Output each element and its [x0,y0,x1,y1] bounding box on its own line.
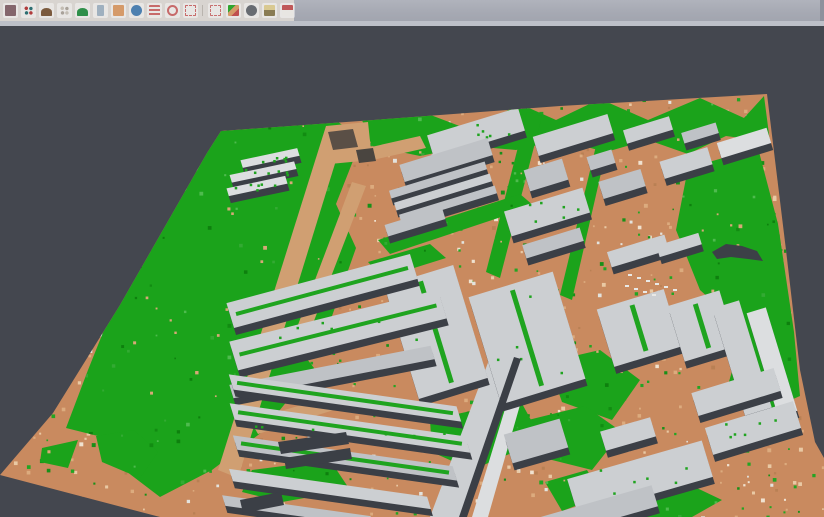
orthophoto-icon[interactable] [111,3,126,18]
dark-structure [328,129,358,150]
vehicle-dot [625,285,629,287]
vehicle-dot [628,274,632,276]
red-ring-icon-glyph [167,5,178,16]
terrain-model-icon[interactable] [39,3,54,18]
partial-tool-icon-glyph [5,5,16,16]
vehicle-dot [637,277,641,279]
vehicle-dot [652,294,656,296]
vehicle-dot [634,288,638,290]
red-dashed-region-icon[interactable] [208,3,223,18]
partial-tool-icon[interactable] [3,3,18,18]
globe-icon[interactable] [129,3,144,18]
vehicle-dot [643,291,647,293]
application-window: { "colors": { "background": "#44474f", "… [0,0,824,517]
toolbar-spacer [294,0,824,21]
survey-marks-icon-glyph [264,5,275,16]
terrain-model [0,26,824,517]
red-layers-icon[interactable] [147,3,162,18]
red-ring-icon[interactable] [165,3,180,18]
red-selection-icon[interactable] [183,3,198,18]
toolbar-separator [199,3,206,18]
terrain-model-icon-glyph [41,8,52,16]
survey-marks-icon[interactable] [262,3,277,18]
vehicle-dot [655,283,659,285]
red-selection-icon-glyph [185,5,196,16]
3d-scene[interactable] [0,26,824,517]
points-pair-icon-glyph [23,5,34,16]
vegetation-model-icon-glyph [77,8,88,16]
classification-colors-icon-glyph [228,5,239,16]
toolbar-icons [0,0,294,21]
vegetation-model-icon[interactable] [75,3,90,18]
prism-icon[interactable] [93,3,108,18]
red-dashed-region-icon-glyph [210,5,221,16]
dark-structure [356,148,376,163]
toolbar [0,0,824,21]
globe-icon-glyph [131,5,142,16]
viewport-3d[interactable] [0,26,824,517]
prism-icon-glyph [97,5,104,16]
ruler-flag-icon[interactable] [280,3,295,18]
red-layers-icon-glyph [149,5,160,16]
points-pair-icon[interactable] [21,3,36,18]
dark-sphere-icon-glyph [246,5,257,16]
vehicle-dot [664,286,668,288]
dark-sphere-icon[interactable] [244,3,259,18]
vehicle-dot [646,280,650,282]
sparse-cloud-icon[interactable] [57,3,72,18]
vehicle-dot [673,289,677,291]
ruler-flag-icon-glyph [282,5,293,16]
classification-colors-icon[interactable] [226,3,241,18]
orthophoto-icon-glyph [113,5,124,16]
sparse-cloud-icon-glyph [59,5,70,16]
